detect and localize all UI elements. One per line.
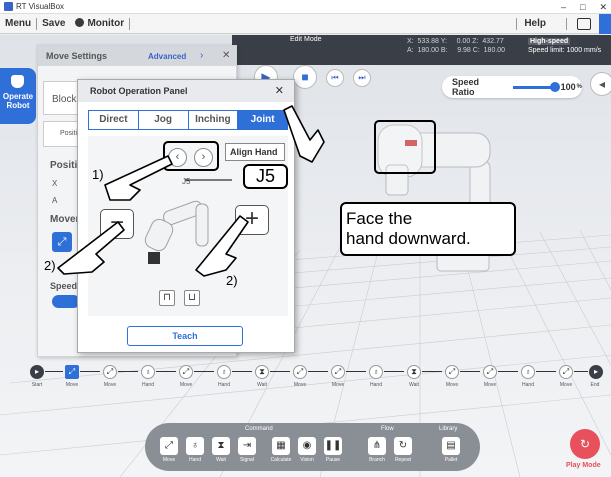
pointing-hand-icon [57, 221, 125, 275]
pallet-command-label: Pallet [444, 457, 458, 463]
flow-arrow [45, 371, 63, 372]
flow-arrow [536, 371, 556, 372]
move-node-selected[interactable]: ⤢ [65, 365, 79, 379]
move-label: Move [103, 382, 117, 388]
flow-arrow [80, 371, 100, 372]
move-node[interactable]: ⤢ [483, 365, 497, 379]
flow-arrow [574, 371, 588, 372]
library-header: Library [439, 426, 458, 432]
branch-command-button[interactable]: ⋔ [368, 437, 386, 455]
end-node[interactable]: ▸ [589, 365, 603, 379]
hand-label: Hand [218, 382, 230, 388]
hand-label: Hand [522, 382, 534, 388]
hand-command-button[interactable]: ♁ [186, 437, 204, 455]
signal-command-label: Signal [240, 457, 254, 463]
move-label: Move [179, 382, 193, 388]
wait-label: Wait [257, 382, 267, 388]
pointing-hand-icon [283, 105, 325, 163]
flow-arrow [118, 371, 138, 372]
command-bar: Command Flow Library ⤢ Move ♁ Hand ⧗ Wai… [145, 423, 480, 471]
move-label: Move [445, 382, 459, 388]
end-label: End [590, 382, 600, 388]
play-mode-label: Play Mode [566, 462, 601, 469]
hand-label: Hand [370, 382, 382, 388]
flow-arrow [156, 371, 176, 372]
move-label: Move [293, 382, 307, 388]
pointing-hand-icon [195, 215, 249, 277]
command-header: Command [245, 426, 273, 432]
move-node[interactable]: ⤢ [293, 365, 307, 379]
flow-arrow [422, 371, 442, 372]
flow-arrow [384, 371, 404, 372]
wait-node[interactable]: ⧗ [255, 365, 269, 379]
hand-node[interactable]: ♁ [141, 365, 155, 379]
flow-arrow [232, 371, 252, 372]
wait-command-button[interactable]: ⧗ [212, 437, 230, 455]
flow-arrow [194, 371, 214, 372]
vision-command-button[interactable]: ◉ [298, 437, 316, 455]
move-node[interactable]: ⤢ [559, 365, 573, 379]
start-label: Start [31, 382, 43, 388]
move-label: Move [65, 382, 79, 388]
move-command-button[interactable]: ⤢ [160, 437, 178, 455]
pallet-command-button[interactable]: ▤ [442, 437, 460, 455]
move-node[interactable]: ⤢ [179, 365, 193, 379]
move-node[interactable]: ⤢ [103, 365, 117, 379]
flow-arrow [498, 371, 518, 372]
start-node[interactable]: ▸ [30, 365, 44, 379]
hand-node[interactable]: ♁ [521, 365, 535, 379]
move-label: Move [331, 382, 345, 388]
calculate-command-button[interactable]: ▦ [272, 437, 290, 455]
move-node[interactable]: ⤢ [331, 365, 345, 379]
hand-node[interactable]: ♁ [369, 365, 383, 379]
wait-node[interactable]: ⧗ [407, 365, 421, 379]
pointing-hands [57, 105, 325, 277]
hand-label: Hand [142, 382, 154, 388]
signal-command-button[interactable]: ⇥ [238, 437, 256, 455]
pause-command-button[interactable]: ❚❚ [324, 437, 342, 455]
repeat-command-button[interactable]: ↻ [394, 437, 412, 455]
pointing-hand-icon [104, 155, 173, 201]
move-node[interactable]: ⤢ [445, 365, 459, 379]
move-label: Move [483, 382, 497, 388]
play-mode-button[interactable]: ↻ [570, 429, 600, 459]
pause-command-label: Pause [325, 457, 341, 463]
hand-node[interactable]: ♁ [217, 365, 231, 379]
wait-label: Wait [409, 382, 419, 388]
move-label: Move [559, 382, 573, 388]
program-timeline: ▸ Start ⤢ Move ⤢ Move ♁ Hand ⤢ Move ♁ Ha… [0, 365, 611, 395]
repeat-command-label: Repeat [394, 457, 412, 463]
flow-arrow [460, 371, 480, 372]
flow-arrow [308, 371, 328, 372]
flow-header: Flow [381, 426, 394, 432]
flow-arrow [270, 371, 290, 372]
flow-arrow [346, 371, 366, 372]
